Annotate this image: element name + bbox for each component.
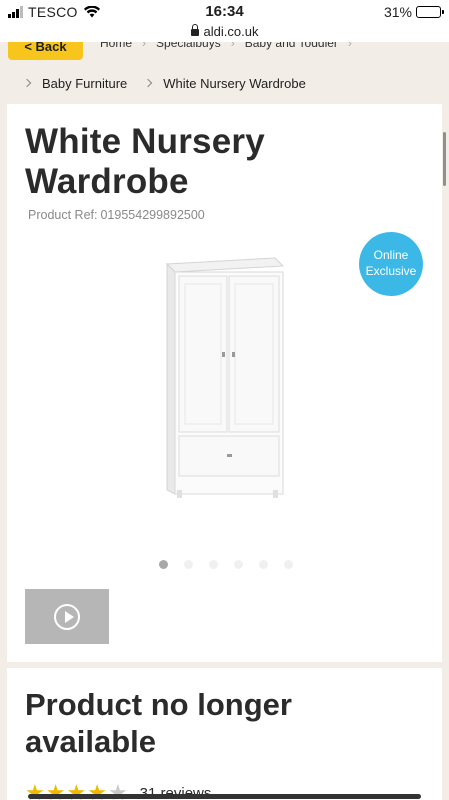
breadcrumb-baby-furniture[interactable]: Baby Furniture: [42, 76, 127, 91]
carousel-dot[interactable]: [209, 560, 218, 569]
battery-percent: 31%: [383, 4, 412, 20]
top-breadcrumb: Home › Specialbuys › Baby and Toddler ›: [100, 42, 352, 50]
breadcrumb-specialbuys[interactable]: Specialbuys: [156, 42, 221, 50]
badge-line-1: Online: [373, 248, 409, 262]
product-ref-value: 019554299892500: [100, 208, 205, 222]
video-thumbnail[interactable]: [25, 589, 109, 644]
carousel-dot[interactable]: [259, 560, 268, 569]
breadcrumb-baby-toddler[interactable]: Baby and Toddler: [245, 42, 338, 50]
online-exclusive-badge: Online Exclusive: [359, 232, 423, 296]
carousel-dot[interactable]: [284, 560, 293, 569]
image-carousel-dots: [159, 560, 293, 569]
chevron-right-icon: ›: [142, 42, 147, 50]
scrollbar[interactable]: [443, 132, 446, 186]
play-icon: [54, 603, 80, 630]
product-ref-label: Product Ref:: [28, 208, 98, 222]
carousel-dot[interactable]: [234, 560, 243, 569]
lock-icon: [190, 24, 199, 36]
unavailable-message: Product no longer available: [25, 687, 292, 759]
badge-line-2: Exclusive: [365, 264, 417, 278]
battery-icon: [416, 6, 444, 18]
status-bar: TESCO 16:34 31%: [0, 0, 449, 24]
chevron-right-icon: [144, 78, 153, 88]
address-bar[interactable]: aldi.co.uk: [0, 24, 449, 42]
url-text: aldi.co.uk: [203, 24, 259, 39]
product-ref: Product Ref: 019554299892500: [25, 208, 205, 222]
breadcrumb-current[interactable]: White Nursery Wardrobe: [163, 76, 306, 91]
chevron-right-icon: ›: [230, 42, 235, 50]
product-image[interactable]: [165, 254, 285, 499]
status-right: 31%: [383, 4, 444, 20]
carousel-dot[interactable]: [184, 560, 193, 569]
chevron-right-icon: [22, 78, 32, 88]
availability-card: Product no longer available ★ ★ ★ ★ ★ 31 rev…: [7, 668, 442, 800]
back-button[interactable]: < Back: [8, 42, 83, 60]
breadcrumb: Baby Furniture White Nursery Wardrobe: [0, 68, 449, 98]
carousel-dot[interactable]: [159, 560, 168, 569]
home-indicator: [28, 794, 421, 799]
page: < Back Home › Specialbuys › Baby and Tod…: [0, 42, 449, 800]
breadcrumb-home[interactable]: Home: [100, 42, 132, 50]
chevron-right-icon: ›: [347, 42, 352, 50]
status-time: 16:34: [205, 3, 244, 20]
page-title: White Nursery Wardrobe: [25, 122, 265, 201]
product-card: White Nursery Wardrobe Product Ref: 01955…: [7, 104, 442, 662]
